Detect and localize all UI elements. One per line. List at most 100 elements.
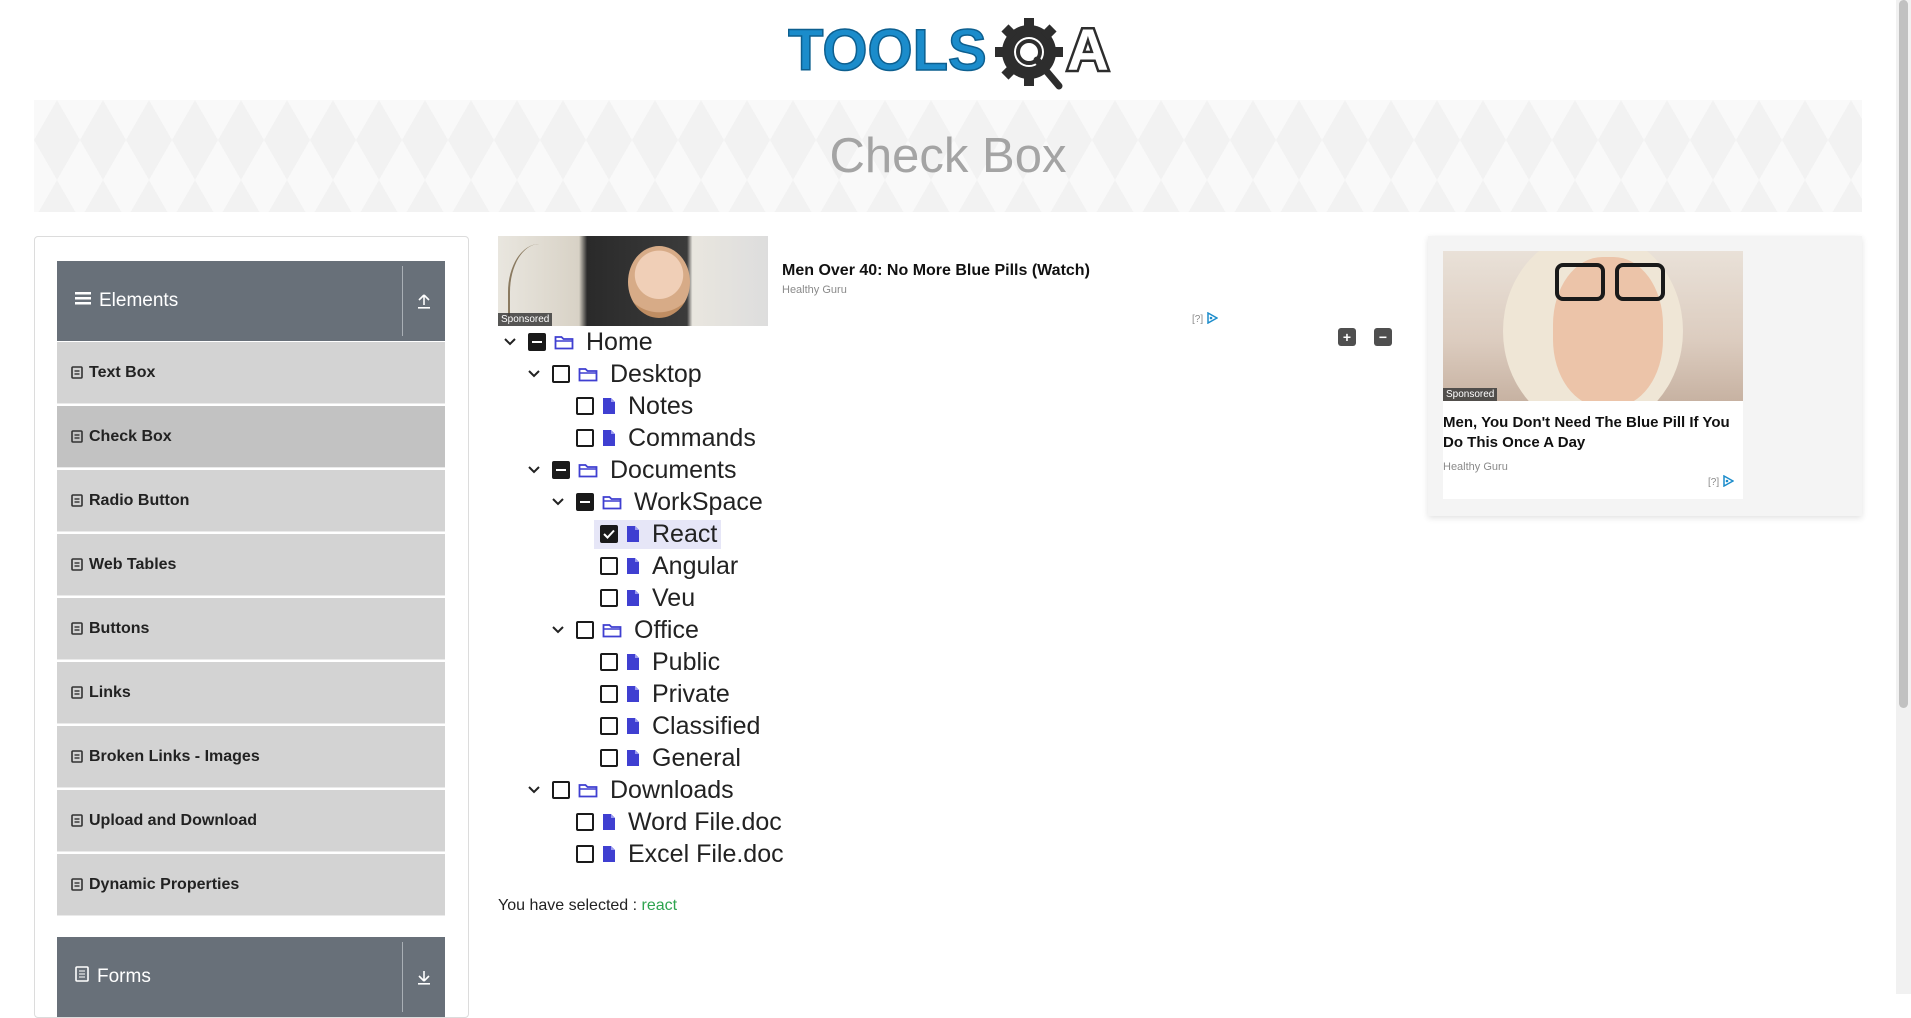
chevron-down-icon[interactable] bbox=[498, 337, 522, 347]
sidebar-item[interactable]: Buttons bbox=[57, 598, 445, 660]
sidebar-item[interactable]: Broken Links - Images bbox=[57, 726, 445, 788]
unchecked-checkbox[interactable] bbox=[576, 845, 594, 863]
file-icon bbox=[71, 686, 83, 699]
scrollbar-thumb[interactable] bbox=[1899, 0, 1908, 708]
ad-image[interactable]: Sponsored bbox=[1443, 251, 1743, 401]
unchecked-checkbox[interactable] bbox=[600, 749, 618, 767]
tree-node-title: Commands bbox=[628, 423, 756, 452]
sidebar-item[interactable]: Upload and Download bbox=[57, 790, 445, 852]
tree-node-label-wrap[interactable]: Classified bbox=[594, 712, 764, 741]
sidebar-item-label: Broken Links - Images bbox=[89, 747, 260, 765]
tree-node-title: Notes bbox=[628, 391, 694, 420]
tree-node-label-wrap[interactable]: Commands bbox=[570, 424, 760, 453]
file-icon bbox=[71, 366, 83, 379]
file-icon bbox=[71, 622, 83, 635]
ad-title[interactable]: Men, You Don't Need The Blue Pill If You… bbox=[1443, 413, 1743, 453]
toolsqa-logo[interactable]: TOOLS A bbox=[787, 14, 1113, 92]
unchecked-checkbox[interactable] bbox=[552, 781, 570, 799]
ad-choices[interactable]: [?] bbox=[1192, 311, 1219, 327]
tree-controls: + − bbox=[1338, 328, 1392, 346]
sidebar-item[interactable]: Check Box bbox=[57, 406, 445, 468]
tree-node-title: Classified bbox=[652, 711, 761, 740]
tree-node: Private bbox=[570, 678, 734, 710]
tree-node-label-wrap[interactable]: Notes bbox=[570, 392, 697, 421]
tree-node-label-wrap[interactable]: Word File.doc bbox=[570, 808, 786, 837]
sidebar-item-label: Buttons bbox=[89, 619, 150, 637]
chevron-down-icon[interactable] bbox=[546, 625, 570, 635]
sidebar-item[interactable]: Dynamic Properties bbox=[57, 854, 445, 916]
chevron-down-icon[interactable] bbox=[522, 785, 546, 795]
file-icon bbox=[71, 750, 83, 763]
sidebar-item-label: Web Tables bbox=[89, 555, 177, 573]
tree-node-label-wrap[interactable]: Excel File.doc bbox=[570, 840, 788, 869]
page-scrollbar[interactable] bbox=[1896, 0, 1911, 994]
unchecked-checkbox[interactable] bbox=[576, 813, 594, 831]
ad-image[interactable]: Sponsored bbox=[498, 236, 768, 326]
file-icon bbox=[602, 397, 616, 415]
tree-node-label-wrap[interactable]: Documents bbox=[546, 456, 740, 485]
sidebar-item[interactable]: Web Tables bbox=[57, 534, 445, 596]
download-icon[interactable] bbox=[402, 942, 445, 1012]
unchecked-checkbox[interactable] bbox=[600, 685, 618, 703]
tree-node: Classified bbox=[570, 710, 764, 742]
ad-choice-label: [?] bbox=[1708, 477, 1720, 488]
result-prefix: You have selected : bbox=[498, 897, 638, 914]
unchecked-checkbox[interactable] bbox=[576, 429, 594, 447]
chevron-down-icon[interactable] bbox=[522, 369, 546, 379]
side-advertisement[interactable]: Sponsored Men, You Don't Need The Blue P… bbox=[1428, 236, 1862, 516]
folder-icon bbox=[578, 366, 598, 382]
upload-icon[interactable] bbox=[402, 266, 445, 336]
folder-icon bbox=[602, 494, 622, 510]
ad-title[interactable]: Men Over 40: No More Blue Pills (Watch) bbox=[782, 262, 1090, 280]
unchecked-checkbox[interactable] bbox=[576, 621, 594, 639]
minus-square-icon[interactable]: − bbox=[1374, 328, 1392, 346]
tree-node: Downloads bbox=[522, 774, 738, 806]
tree-node-label-wrap[interactable]: Home bbox=[522, 328, 657, 357]
checked-checkbox[interactable] bbox=[600, 525, 618, 543]
tree-node-label-wrap[interactable]: Angular bbox=[594, 552, 742, 581]
unchecked-checkbox[interactable] bbox=[576, 397, 594, 415]
plus-square-icon[interactable]: + bbox=[1338, 328, 1356, 346]
tree-node-label-wrap[interactable]: Public bbox=[594, 648, 724, 677]
tree-node-label-wrap[interactable]: Desktop bbox=[546, 360, 706, 389]
chevron-down-icon[interactable] bbox=[546, 497, 570, 507]
result-value: react bbox=[641, 897, 678, 914]
ad-source[interactable]: Healthy Guru bbox=[782, 284, 847, 296]
tree-node-title: WorkSpace bbox=[634, 487, 763, 516]
tree-node-label-wrap[interactable]: React bbox=[594, 519, 722, 549]
unchecked-checkbox[interactable] bbox=[600, 589, 618, 607]
unchecked-checkbox[interactable] bbox=[600, 653, 618, 671]
tree-node: WorkSpace bbox=[546, 486, 767, 518]
tree-node-label-wrap[interactable]: Downloads bbox=[546, 776, 738, 805]
adchoices-icon bbox=[1722, 474, 1735, 490]
gear-magnifier-icon bbox=[995, 18, 1063, 90]
tree-node-title: General bbox=[652, 743, 741, 772]
sidebar-item[interactable]: Radio Button bbox=[57, 470, 445, 532]
sidebar-item[interactable]: Links bbox=[57, 662, 445, 724]
tree-node: Office bbox=[546, 614, 703, 646]
tree-node-label-wrap[interactable]: General bbox=[594, 744, 745, 773]
file-icon bbox=[71, 878, 83, 891]
file-icon bbox=[626, 653, 640, 671]
chevron-down-icon[interactable] bbox=[522, 465, 546, 475]
ad-source[interactable]: Healthy Guru bbox=[1443, 461, 1508, 473]
unchecked-checkbox[interactable] bbox=[600, 557, 618, 575]
partial-checkbox[interactable] bbox=[576, 493, 594, 511]
top-advertisement[interactable]: Sponsored Men Over 40: No More Blue Pill… bbox=[498, 236, 1228, 328]
partial-checkbox[interactable] bbox=[552, 461, 570, 479]
sponsored-label: Sponsored bbox=[498, 313, 553, 326]
tree-node-label-wrap[interactable]: Office bbox=[570, 616, 703, 645]
ad-card[interactable]: Sponsored Men, You Don't Need The Blue P… bbox=[1443, 251, 1743, 499]
elements-group-header[interactable]: Elements bbox=[57, 261, 445, 341]
ad-choices[interactable]: [?] bbox=[1708, 474, 1735, 490]
unchecked-checkbox[interactable] bbox=[600, 717, 618, 735]
tree-node-label-wrap[interactable]: Private bbox=[594, 680, 734, 709]
list-icon bbox=[75, 290, 91, 312]
tree-node-label-wrap[interactable]: WorkSpace bbox=[570, 488, 767, 517]
sidebar-item[interactable]: Text Box bbox=[57, 342, 445, 404]
unchecked-checkbox[interactable] bbox=[552, 365, 570, 383]
elements-group-label: Elements bbox=[99, 290, 179, 311]
partial-checkbox[interactable] bbox=[528, 333, 546, 351]
forms-group-header[interactable]: Forms bbox=[57, 937, 445, 1017]
tree-node-label-wrap[interactable]: Veu bbox=[594, 584, 699, 613]
